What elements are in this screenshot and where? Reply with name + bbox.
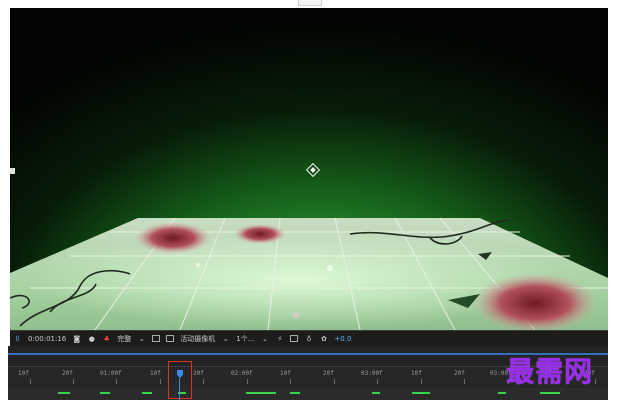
grid-icon[interactable] [152,335,161,342]
chevron-down-icon[interactable]: ⌄ [137,335,146,343]
resolution-dropdown[interactable]: 完整 [117,334,131,344]
watermark-logo: 最需网 [506,355,594,388]
ruler-label: 20f [323,370,334,377]
ruler-tick [377,379,378,384]
ruler-label: 01:00f [100,370,122,377]
exposure-icon[interactable]: ✿ [319,335,328,343]
top-strip [0,0,620,8]
timecode-display[interactable]: 0:00:01:16 [28,335,66,343]
playhead-highlight [168,361,192,399]
composition-viewer[interactable] [10,8,608,330]
ruler-label: 10f [280,370,291,377]
views-layout-dropdown[interactable]: 1个... [236,334,254,344]
camera-view-dropdown[interactable]: 活动摄像机 [180,334,215,344]
keyframe-marker[interactable] [372,392,380,394]
keyframe-marker[interactable] [142,392,152,394]
ruler-tick [290,379,291,384]
keyframe-marker[interactable] [290,392,300,394]
keyframe-marker[interactable] [246,392,276,394]
ruler-label: 10f [411,370,422,377]
ruler-tick [73,379,74,384]
ruler-tick [116,379,117,384]
ruler-label: 20f [193,370,204,377]
ruler-tick [595,379,596,384]
chevron-down-icon[interactable]: ⌄ [260,335,269,343]
ruler-label: 10f [150,370,161,377]
ruler-label: 20f [62,370,73,377]
rose-left [135,222,211,254]
transparency-grid-icon[interactable] [166,335,175,342]
keyframe-marker[interactable] [58,392,70,394]
ruler-tick [421,379,422,384]
ruler-tick [160,379,161,384]
region-of-interest-icon[interactable]: ⌷ [13,335,22,343]
fast-preview-icon[interactable]: ⚡ [275,335,284,343]
viewer-edge-handle[interactable] [10,168,15,174]
viewer-toolbar: ⌷ 0:00:01:16 ◙ ● ♣ 完整 ⌄ 活动摄像机 ⌄ 1个... ⌄ … [10,330,608,346]
ruler-tick [464,379,465,384]
chevron-down-icon[interactable]: ⌄ [221,335,230,343]
camera-snapshot-icon[interactable]: ◙ [72,335,81,343]
ruler-tick [203,379,204,384]
show-snapshot-icon[interactable]: ● [87,335,96,343]
window-tab-handle[interactable] [298,0,322,6]
ruler-tick [247,379,248,384]
timeline-icon[interactable] [290,335,299,342]
keyframe-marker[interactable] [540,392,560,394]
ruler-tick [334,379,335,384]
keyframe-marker[interactable] [412,392,430,394]
keyframe-marker[interactable] [498,392,506,394]
ruler-tick [30,379,31,384]
playhead-line [179,378,180,400]
ruler-label: 03:00f [361,370,383,377]
ruler-label: 20f [454,370,465,377]
ruler-label: 10f [18,370,29,377]
exposure-value[interactable]: +0.0 [334,335,351,343]
color-channel-icon[interactable]: ♣ [102,335,111,343]
rose-middle [234,224,286,244]
keyframe-marker[interactable] [100,392,110,394]
flowchart-icon[interactable]: ♁ [304,335,313,343]
ruler-label: 02:00f [231,370,253,377]
